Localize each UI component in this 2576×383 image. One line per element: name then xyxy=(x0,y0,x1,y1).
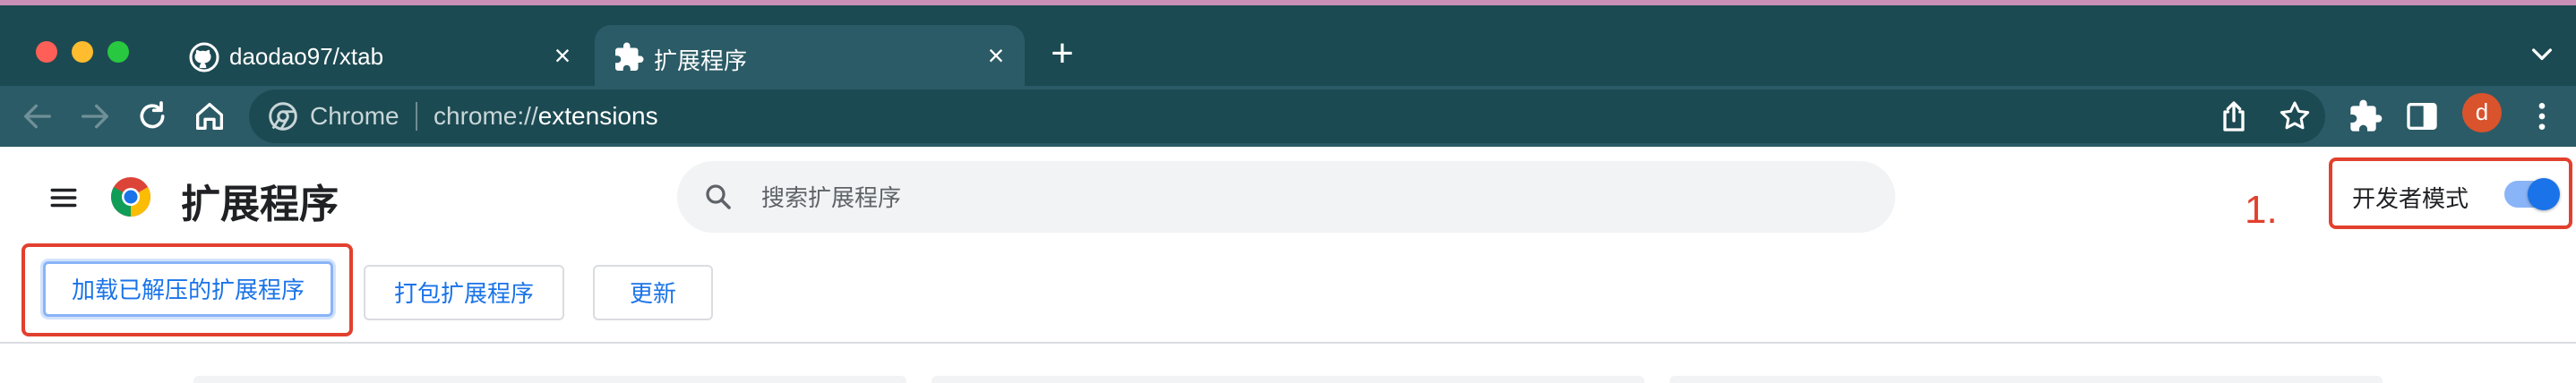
extension-card xyxy=(193,376,906,383)
back-arrow-icon[interactable] xyxy=(20,98,56,134)
update-button[interactable]: 更新 xyxy=(593,265,713,320)
tab-extensions[interactable]: 扩展程序 × xyxy=(595,25,1025,91)
omnibox-divider xyxy=(416,102,417,131)
tab-title: daodao97/xtab xyxy=(229,43,384,70)
extension-card xyxy=(1670,376,2383,383)
github-icon xyxy=(189,42,219,72)
load-unpacked-highlight: 加载已解压的扩展程序 xyxy=(21,243,353,336)
side-panel-icon[interactable] xyxy=(2404,98,2440,134)
extensions-puzzle-icon[interactable] xyxy=(2348,98,2383,134)
chrome-site-icon xyxy=(269,102,297,131)
window-titlebar: daodao97/xtab × 扩展程序 × + xyxy=(0,0,2576,91)
extensions-header: 扩展程序 1. 开发者模式 加载已解压的扩展程序 2 打包扩展程序 更新 xyxy=(0,147,2576,344)
header-divider xyxy=(0,342,2576,344)
url-scheme: chrome:// xyxy=(434,102,538,130)
share-icon[interactable] xyxy=(2216,98,2252,134)
new-tab-plus-icon[interactable]: + xyxy=(1044,34,1080,73)
profile-avatar[interactable]: d xyxy=(2462,93,2502,132)
tab-close-icon[interactable]: × xyxy=(546,39,579,72)
address-bar[interactable]: Chrome chrome://extensions xyxy=(249,89,2325,143)
search-input[interactable] xyxy=(760,177,1838,218)
hamburger-menu-icon[interactable] xyxy=(48,183,79,213)
browser-toolbar: Chrome chrome://extensions d xyxy=(0,86,2576,147)
close-window-button[interactable] xyxy=(36,41,57,63)
page-title: 扩展程序 xyxy=(181,183,339,226)
tab-search-chevron-icon[interactable] xyxy=(2528,39,2556,68)
extension-card xyxy=(932,376,1644,383)
url-host: extensions xyxy=(537,102,658,130)
load-unpacked-button[interactable]: 加载已解压的扩展程序 xyxy=(43,261,333,317)
tab-close-icon[interactable]: × xyxy=(980,39,1012,72)
minimize-window-button[interactable] xyxy=(72,41,93,63)
tab-title: 扩展程序 xyxy=(654,47,748,74)
forward-arrow-icon[interactable] xyxy=(77,98,113,134)
puzzle-icon xyxy=(615,42,644,71)
toggle-knob xyxy=(2528,178,2560,210)
annotation-step-1: 1. xyxy=(2245,188,2278,232)
home-icon[interactable] xyxy=(192,98,228,134)
developer-mode-label: 开发者模式 xyxy=(2352,185,2469,212)
reload-icon[interactable] xyxy=(134,98,170,134)
extensions-search[interactable] xyxy=(677,161,1895,233)
developer-mode-toggle[interactable] xyxy=(2504,178,2560,210)
developer-mode-highlight: 开发者模式 xyxy=(2329,157,2572,229)
more-menu-icon[interactable] xyxy=(2524,98,2560,134)
tab-github[interactable]: daodao97/xtab × xyxy=(170,25,591,91)
url-text[interactable]: chrome://extensions xyxy=(434,102,658,131)
maximize-window-button[interactable] xyxy=(107,41,129,63)
bookmark-star-icon[interactable] xyxy=(2277,98,2313,134)
chrome-logo-icon xyxy=(111,177,150,217)
search-icon xyxy=(706,184,731,209)
pack-extension-button[interactable]: 打包扩展程序 xyxy=(364,265,564,320)
site-label: Chrome xyxy=(310,102,399,130)
